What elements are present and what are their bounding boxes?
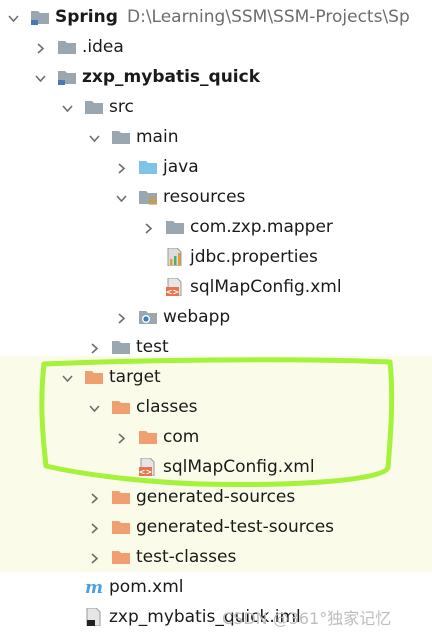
module-folder-icon [57,68,77,86]
tree-item-label: com [163,427,200,447]
tree-item-sqlmapconfig-xml[interactable]: <> sqlMapConfig.xml [0,272,432,302]
tree-item-label: com.zxp.mapper [190,217,333,237]
watermark: CSDN @361°独家记忆 [222,609,392,628]
tree-item-com-zxp-mapper[interactable]: com.zxp.mapper [0,212,432,242]
tree-item-spring[interactable]: Spring D:\Learning\SSM\SSM-Projects\Sp [0,2,432,32]
tree-item-com[interactable]: com [0,422,432,452]
tree-item-idea[interactable]: .idea [0,32,432,62]
tree-item-test[interactable]: test [0,332,432,362]
svg-text:m: m [85,578,103,596]
tree-item-label: src [109,97,134,117]
tree-item-target[interactable]: target [0,362,432,392]
chevron-right-icon[interactable] [115,310,128,324]
chevron-right-icon[interactable] [115,160,128,174]
excluded-folder-icon [84,368,104,386]
tree-item-label: java [163,157,199,177]
xml-file-icon: <> [138,457,158,477]
xml-file-icon: <> [165,277,185,297]
tree-item-label: resources [163,187,246,207]
tree-item-label: Spring [55,7,118,27]
tree-item-test-classes[interactable]: test-classes [0,542,432,572]
resources-folder-icon [138,188,158,206]
project-folder-icon [30,8,50,26]
tree-item-resources[interactable]: resources [0,182,432,212]
tree-item-label: jdbc.properties [190,247,318,267]
excluded-folder-icon [111,398,131,416]
chevron-down-icon[interactable] [61,370,74,383]
tree-item-label: test [136,337,169,357]
tree-item-webapp[interactable]: webapp [0,302,432,332]
tree-item-label: webapp [163,307,231,327]
svg-text:<>: <> [166,288,179,297]
tree-item-label: pom.xml [109,577,184,597]
chevron-down-icon[interactable] [7,10,20,23]
chevron-right-icon[interactable] [88,520,101,534]
tree-item-label: generated-test-sources [136,517,335,537]
excluded-folder-icon [111,548,131,566]
chevron-right-icon[interactable] [88,340,101,354]
tree-item-generated-sources[interactable]: generated-sources [0,482,432,512]
chevron-down-icon[interactable] [34,70,47,83]
iml-file-icon [84,607,104,627]
excluded-folder-icon [111,518,131,536]
tree-item-label: .idea [82,37,124,57]
chevron-right-icon[interactable] [88,490,101,504]
chevron-down-icon[interactable] [61,100,74,113]
tree-item-label: sqlMapConfig.xml [190,277,342,297]
tree-item-main[interactable]: main [0,122,432,152]
chevron-right-icon[interactable] [88,550,101,564]
folder-icon [84,98,104,116]
tree-item-sqlmapconfig-xml[interactable]: <> sqlMapConfig.xml [0,452,432,482]
tree-item-java[interactable]: java [0,152,432,182]
tree-item-pom-xml[interactable]: m pom.xml [0,572,432,602]
tree-item-src[interactable]: src [0,92,432,122]
chevron-down-icon[interactable] [88,130,101,143]
tree-item-label: generated-sources [136,487,296,507]
tree-item-label: zxp_mybatis_quick [82,67,261,87]
tree-item-label: sqlMapConfig.xml [163,457,315,477]
chevron-right-icon[interactable] [34,40,47,54]
tree-item-label: classes [136,397,198,417]
folder-icon [57,38,77,56]
tree-item-label: target [109,367,161,387]
project-tree: Spring D:\Learning\SSM\SSM-Projects\Sp .i… [0,0,432,638]
excluded-folder-icon [111,488,131,506]
tree-item-jdbc-properties[interactable]: jdbc.properties [0,242,432,272]
tree-item-label: test-classes [136,547,237,567]
web-folder-icon [138,308,158,326]
source-folder-icon [138,158,158,176]
chevron-down-icon[interactable] [115,190,128,203]
project-path: D:\Learning\SSM\SSM-Projects\Sp [127,7,410,27]
maven-file-icon: m [84,578,104,598]
tree-item-generated-test-sources[interactable]: generated-test-sources [0,512,432,542]
properties-file-icon [165,247,185,267]
tree-item-zxp-mybatis-quick[interactable]: zxp_mybatis_quick [0,62,432,92]
tree-item-label: main [136,127,179,147]
excluded-folder-icon [138,428,158,446]
chevron-down-icon[interactable] [88,400,101,413]
svg-text:<>: <> [139,468,152,477]
folder-icon [111,338,131,356]
folder-icon [165,218,185,236]
folder-icon [111,128,131,146]
tree-item-classes[interactable]: classes [0,392,432,422]
chevron-right-icon[interactable] [115,430,128,444]
chevron-right-icon[interactable] [142,220,155,234]
